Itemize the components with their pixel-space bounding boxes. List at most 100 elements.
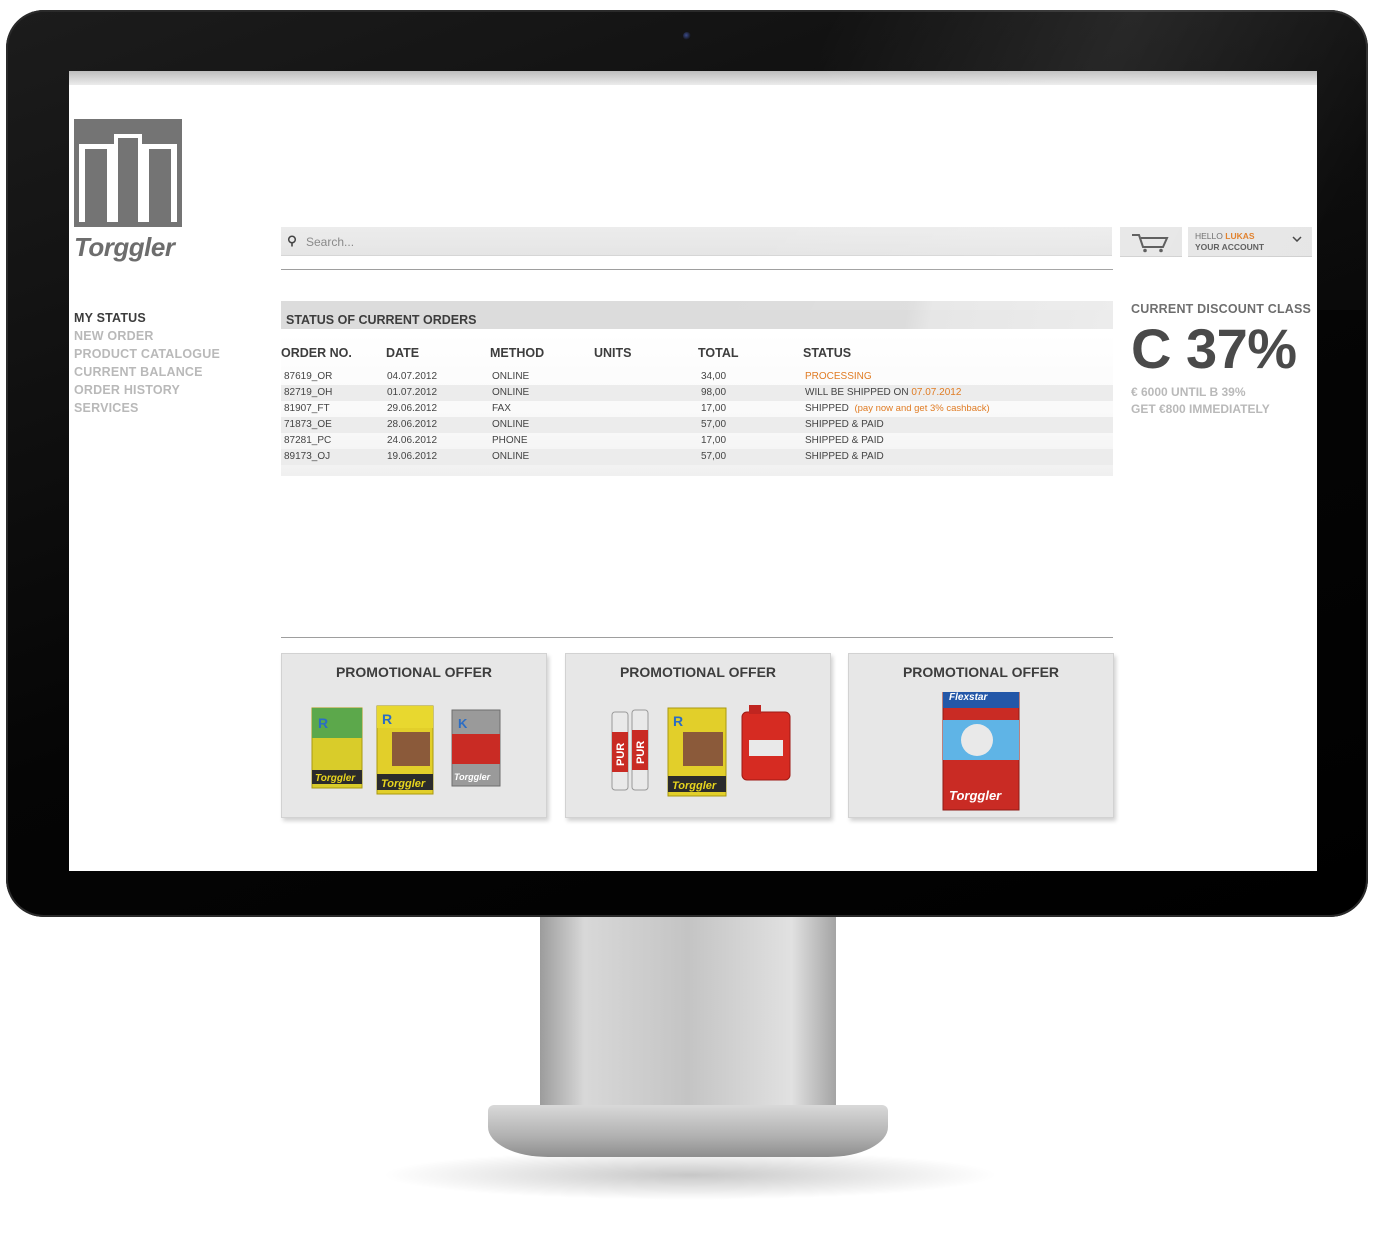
cell-total: 17,00 [701, 435, 727, 446]
cell-order-no: 87281_PC [284, 435, 332, 446]
column-header-method: METHOD [490, 346, 545, 360]
promo-card[interactable]: PROMOTIONAL OFFER Flexstar Torggler [848, 653, 1114, 818]
bag-letter: R [318, 715, 328, 731]
bag-logo: Torggler [315, 773, 356, 784]
sidebar-item-my-status[interactable]: MY STATUS [74, 309, 220, 327]
status-highlight: (pay now and get 3% cashback) [854, 403, 990, 414]
cell-date: 29.06.2012 [387, 403, 438, 414]
bag-grey-red: K Torggler [451, 709, 501, 787]
bag-logo: Torggler [949, 788, 1002, 803]
cell-order-no: 71873_OE [284, 419, 332, 430]
table-row[interactable]: 81907_FT 29.06.2012 FAX 17,00 SHIPPED (p… [281, 401, 1113, 417]
cell-order-no: 81907_FT [284, 403, 330, 414]
cell-status: WILL BE SHIPPED ON 07.07.2012 [805, 387, 961, 398]
cell-total: 57,00 [701, 451, 727, 462]
cell-method: ONLINE [492, 371, 530, 382]
product-bags-image: R Torggler R Torggler K Torggler [311, 705, 501, 795]
cell-method: ONLINE [492, 419, 530, 430]
sidebar-nav: MY STATUS NEW ORDER PRODUCT CATALOGUE CU… [74, 309, 220, 417]
red-canister [741, 705, 791, 781]
bag-letter: K [458, 716, 468, 731]
promo-title: PROMOTIONAL OFFER [902, 664, 1060, 680]
can-label: PUR [635, 741, 647, 764]
bag-flexstar: Flexstar Torggler [942, 692, 1020, 811]
sidebar-item-product-catalogue[interactable]: PRODUCT CATALOGUE [74, 345, 220, 363]
promo-card[interactable]: PROMOTIONAL OFFER R Torggler R Torggler [281, 653, 547, 818]
search-input[interactable] [304, 230, 1098, 254]
brand-logo[interactable]: Torggler [74, 119, 184, 262]
column-header-total: TOTAL [698, 346, 739, 360]
sidebar-item-current-balance[interactable]: CURRENT BALANCE [74, 363, 220, 381]
status-text: SHIPPED [805, 403, 849, 414]
product-foam-cans-image: PUR PUR R Torggler [611, 705, 791, 797]
column-header-date: DATE [386, 346, 420, 360]
screen: Torggler MY STATUS NEW ORDER PRODUCT CAT… [69, 71, 1317, 871]
account-menu-button[interactable]: HELLO LUKAS YOUR ACCOUNT [1188, 227, 1312, 257]
account-greeting: HELLO LUKAS [1195, 231, 1255, 241]
cell-date: 01.07.2012 [387, 387, 438, 398]
foam-can: PUR [631, 709, 649, 791]
bag-logo: Torggler [672, 780, 717, 792]
bag-yellow-green: R Torggler [311, 707, 363, 789]
status-highlight: 07.07.2012 [911, 387, 962, 398]
bag-letter: R [673, 713, 683, 729]
discount-panel: CURRENT DISCOUNT CLASS C 37% € 6000 UNTI… [1131, 302, 1311, 418]
table-row[interactable]: 89173_OJ 19.06.2012 ONLINE 57,00 SHIPPED… [281, 449, 1113, 465]
status-text: WILL BE SHIPPED ON [805, 387, 909, 398]
sidebar-item-services[interactable]: SERVICES [74, 399, 220, 417]
camera-icon [683, 32, 691, 40]
table-row[interactable]: 87619_OR 04.07.2012 ONLINE 34,00 PROCESS… [281, 369, 1113, 385]
cell-status: SHIPPED & PAID [805, 435, 884, 446]
monitor-bezel: Torggler MY STATUS NEW ORDER PRODUCT CAT… [6, 10, 1368, 917]
column-header-units: UNITS [594, 346, 632, 360]
cell-status: SHIPPED & PAID [805, 419, 884, 430]
sidebar-item-new-order[interactable]: NEW ORDER [74, 327, 220, 345]
bag-yellow-brown: R Torggler [376, 705, 434, 795]
table-row[interactable]: 87281_PC 24.06.2012 PHONE 17,00 SHIPPED … [281, 433, 1113, 449]
screen-top-bar [69, 71, 1317, 85]
divider [281, 269, 1113, 270]
orders-table: ORDER NO. DATE METHOD UNITS TOTAL STATUS… [281, 333, 1113, 476]
cell-date: 28.06.2012 [387, 419, 438, 430]
column-header-order-no: ORDER NO. [281, 346, 352, 360]
sidebar-item-order-history[interactable]: ORDER HISTORY [74, 381, 220, 399]
monitor-stand-base [488, 1105, 888, 1157]
table-row[interactable]: 71873_OE 28.06.2012 ONLINE 57,00 SHIPPED… [281, 417, 1113, 433]
bag-logo: Torggler [454, 772, 491, 782]
cell-status: SHIPPED (pay now and get 3% cashback) [805, 403, 990, 414]
cell-method: ONLINE [492, 451, 530, 462]
cell-date: 04.07.2012 [387, 371, 438, 382]
search-bar [281, 227, 1112, 256]
cell-date: 24.06.2012 [387, 435, 438, 446]
cell-status: SHIPPED & PAID [805, 451, 884, 462]
cell-total: 34,00 [701, 371, 727, 382]
cell-order-no: 89173_OJ [284, 451, 331, 462]
discount-note-upgrade: € 6000 UNTIL B 39% [1131, 385, 1246, 399]
account-label: YOUR ACCOUNT [1195, 242, 1265, 252]
promo-title: PROMOTIONAL OFFER [335, 664, 493, 680]
cell-status: PROCESSING [805, 371, 872, 382]
cell-order-no: 87619_OR [284, 371, 333, 382]
cart-icon [1132, 234, 1169, 253]
bag-letter: R [382, 711, 392, 727]
logo-mark-icon [74, 119, 182, 227]
table-row[interactable]: 82719_OH 01.07.2012 ONLINE 98,00 WILL BE… [281, 385, 1113, 401]
can-label: PUR [615, 743, 627, 766]
cell-total: 17,00 [701, 403, 727, 414]
cell-method: PHONE [492, 435, 528, 446]
bag-logo: Torggler [381, 778, 426, 790]
chevron-down-icon [1292, 236, 1302, 242]
bag-yellow-brown: R Torggler [667, 707, 727, 797]
product-flexstar-bag-image: Flexstar Torggler [942, 692, 1020, 811]
discount-value: C 37% [1131, 317, 1297, 380]
orders-section-header: STATUS OF CURRENT ORDERS [281, 301, 1113, 329]
promo-title: PROMOTIONAL OFFER [619, 664, 777, 680]
cell-method: FAX [492, 403, 511, 414]
bag-brand: Flexstar [949, 692, 988, 703]
greeting-text: HELLO [1195, 231, 1223, 241]
cart-button[interactable] [1120, 227, 1182, 257]
promo-card[interactable]: PROMOTIONAL OFFER PUR PUR R Torggler [565, 653, 831, 818]
stand-shadow [380, 1150, 1000, 1200]
logo-wordmark: Torggler [74, 232, 175, 262]
monitor-stand-neck [540, 917, 836, 1117]
